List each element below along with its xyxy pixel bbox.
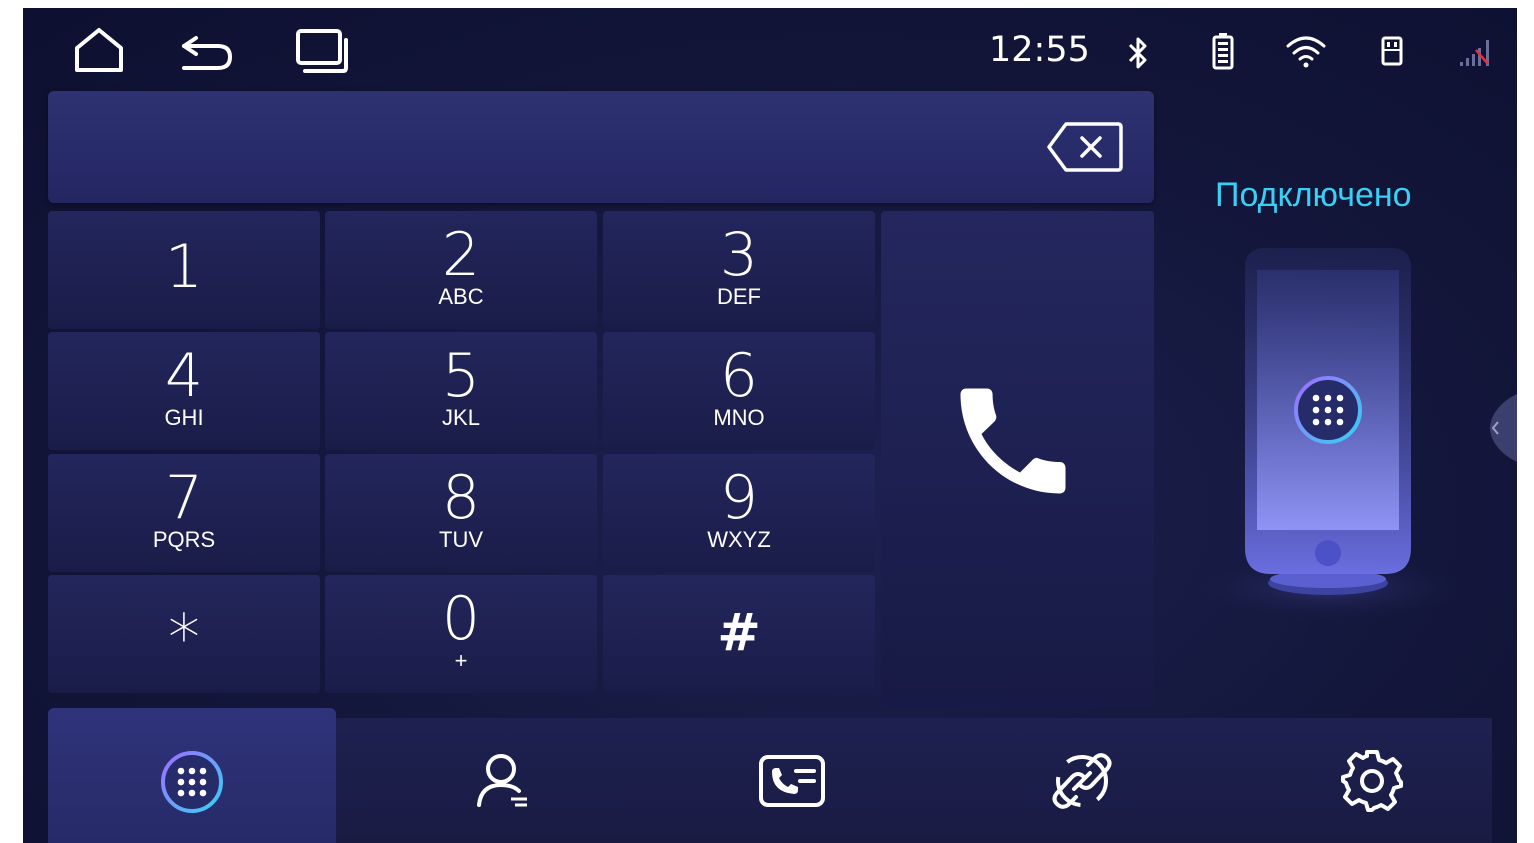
tab-dialpad[interactable] [48, 708, 336, 843]
key-star[interactable]: * [48, 575, 320, 693]
phone-app-screen: 12:55 1 2 ABC 3 DEF 4 GHI 5 JKL 6 MNO 7 … [23, 8, 1517, 843]
key-digit: 3 [719, 220, 759, 290]
recents-icon[interactable] [295, 28, 351, 74]
key-7[interactable]: 7 PQRS [48, 454, 320, 572]
key-letters: MNO [713, 405, 765, 430]
key-4[interactable]: 4 GHI [48, 332, 320, 450]
signal-icon [1460, 40, 1489, 66]
backspace-icon[interactable] [1046, 121, 1124, 173]
tab-settings[interactable] [1228, 718, 1516, 843]
key-digit: 4 [164, 341, 204, 411]
tab-contacts[interactable] [359, 718, 647, 843]
key-letters: ABC [438, 284, 484, 309]
dialpad-icon [161, 751, 223, 814]
clock: 12:55 [989, 30, 1090, 70]
key-0[interactable]: 0 + [325, 575, 597, 693]
key-digit: * [168, 602, 200, 676]
home-icon[interactable] [73, 26, 125, 74]
key-hash[interactable]: # [603, 575, 875, 693]
key-letters: DEF [717, 284, 761, 309]
key-digit: # [717, 603, 761, 663]
key-letters: + [454, 648, 468, 673]
link-icon [1052, 752, 1112, 809]
key-2[interactable]: 2 ABC [325, 211, 597, 329]
key-digit: 1 [164, 232, 204, 302]
connection-status: Подключено [1215, 176, 1412, 214]
key-digit: 6 [719, 341, 759, 411]
key-6[interactable]: 6 MNO [603, 332, 875, 450]
side-panel-handle[interactable] [1476, 388, 1517, 468]
wifi-icon [1286, 36, 1326, 68]
key-digit: 2 [441, 220, 481, 290]
bluetooth-icon [1128, 37, 1147, 69]
bottom-tab-bar [48, 708, 1492, 843]
key-digit: 9 [719, 463, 759, 533]
key-digit: 7 [164, 463, 204, 533]
key-digit: 5 [441, 341, 481, 411]
phone-device-icon [1178, 248, 1478, 618]
battery-icon [1212, 33, 1234, 70]
settings-icon [1341, 749, 1403, 812]
call-log-icon [759, 754, 825, 807]
key-letters: GHI [164, 405, 204, 430]
key-3[interactable]: 3 DEF [603, 211, 875, 329]
key-digit: 8 [441, 463, 481, 533]
key-8[interactable]: 8 TUV [325, 454, 597, 572]
key-letters: JKL [442, 405, 480, 430]
key-5[interactable]: 5 JKL [325, 332, 597, 450]
tab-link[interactable] [938, 718, 1226, 843]
key-letters: TUV [439, 527, 483, 552]
back-icon[interactable] [178, 32, 236, 72]
key-letters: WXYZ [707, 527, 771, 552]
usb-icon [1381, 36, 1403, 66]
key-1[interactable]: 1 [48, 211, 320, 329]
phone-icon [960, 388, 1066, 494]
call-button[interactable] [881, 211, 1154, 706]
number-input-field[interactable] [48, 91, 1154, 203]
contacts-icon [477, 753, 527, 807]
key-9[interactable]: 9 WXYZ [603, 454, 875, 572]
tab-call-log[interactable] [648, 718, 936, 843]
key-letters: PQRS [152, 527, 216, 552]
key-digit: 0 [441, 584, 481, 654]
